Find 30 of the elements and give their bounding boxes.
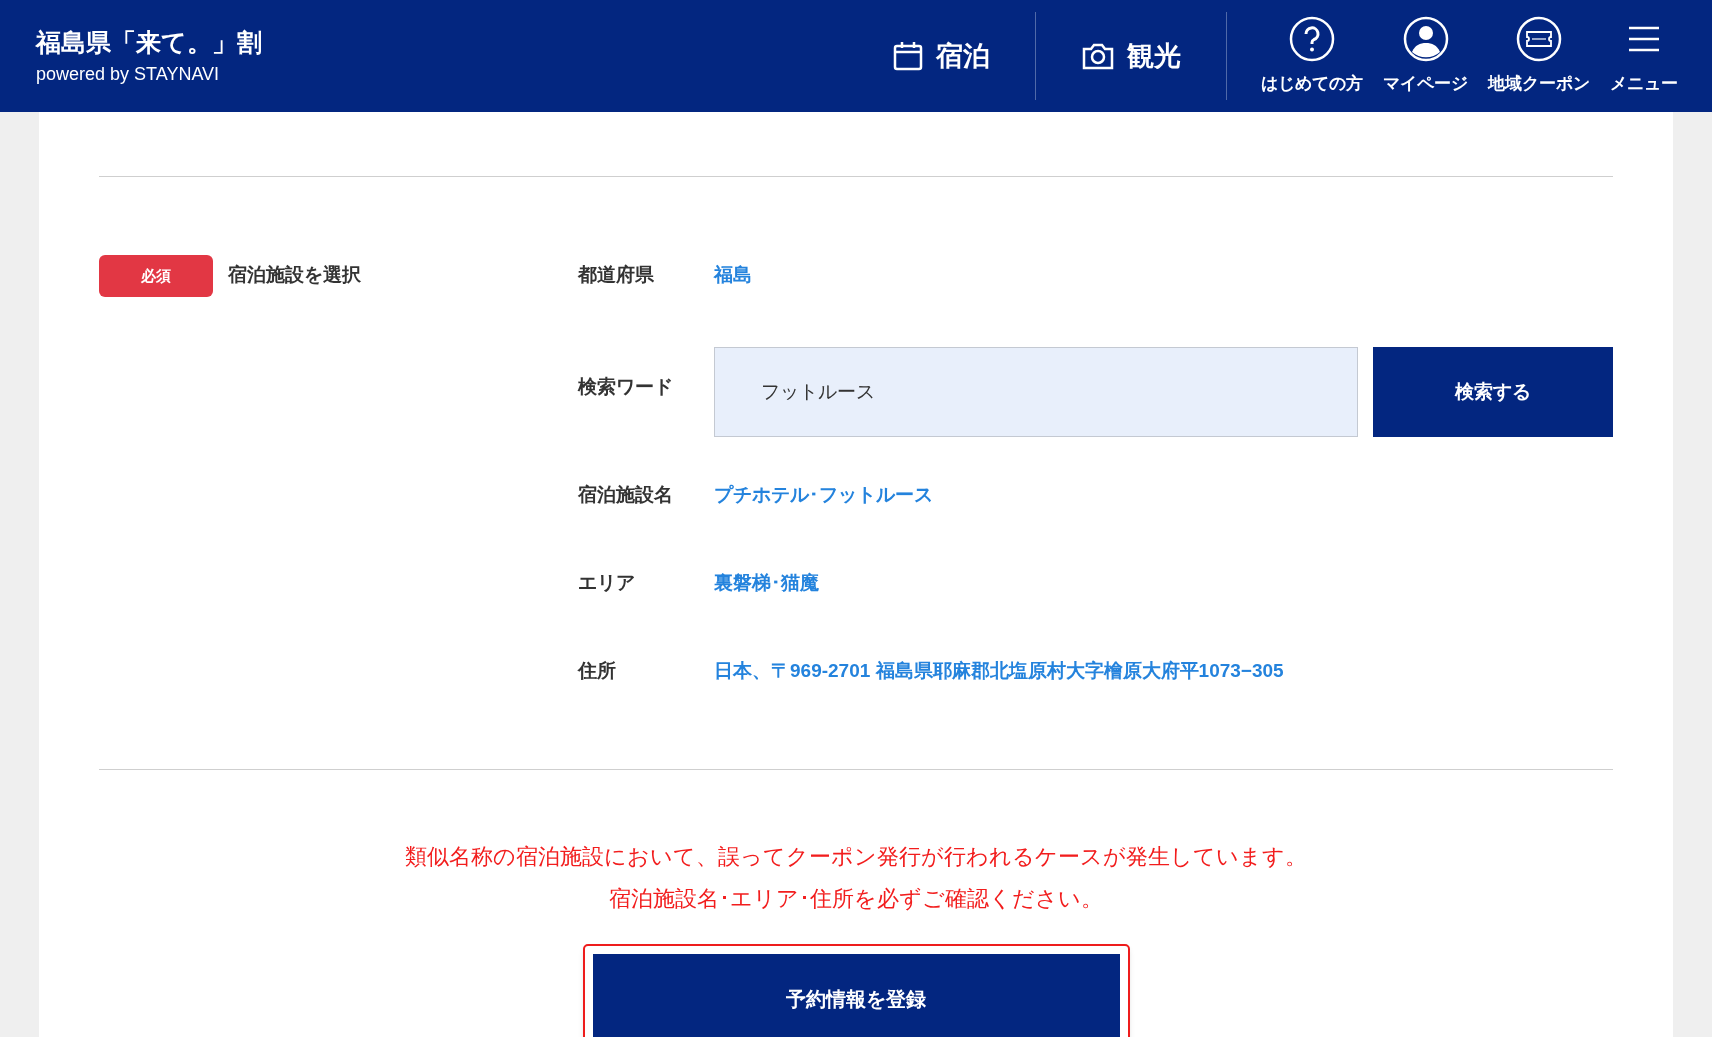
field-label: 都道府県 [578,263,655,287]
submit-button[interactable]: 予約情報を登録 [592,954,1120,1037]
field-label: 宿泊施設名 [578,483,674,507]
nav-icon-link[interactable]: メニュー [1610,15,1678,97]
nav-icon-link[interactable]: はじめての方 [1261,15,1363,97]
search-field[interactable]: フットルース [714,347,1358,437]
field-value: 裏磐梯･猫魔 [714,571,819,595]
required-badge: 必須 [99,255,213,297]
site-subtitle: powered by STAYNAVI [36,63,221,86]
user-icon [1402,16,1449,63]
section-label: 宿泊施設を選択 [228,263,361,287]
coupon-icon [1516,16,1562,63]
nav-link[interactable]: 観光 [1036,12,1227,100]
calendar-icon [892,40,924,72]
field-value: 福島 [714,263,752,287]
camera-icon [1081,41,1115,71]
warning-text: 類似名称の宿泊施設において、誤ってクーポン発行が行われるケースが発生しています。 [405,843,1307,871]
warning-text: 宿泊施設名･エリア･住所を必ずご確認ください。 [609,885,1103,913]
field-label: エリア [578,571,636,595]
search-button[interactable]: 検索する [1373,347,1613,437]
field-value: プチホテル･フットルース [714,483,933,507]
site-title: 福島県「来て。」割 [36,27,262,58]
help-icon [1289,16,1335,63]
field-label: 住所 [578,659,617,683]
menu-icon [1627,25,1661,54]
field-label: 検索ワード [578,375,674,399]
nav-link[interactable]: 宿泊 [847,12,1036,100]
nav-icon-link[interactable]: マイページ [1383,15,1468,97]
nav-icon-link[interactable]: 地域クーポン [1488,15,1590,97]
field-value: 日本、〒969-2701 福島県耶麻郡北塩原村大字檜原大府平1073−305 [714,659,1284,683]
